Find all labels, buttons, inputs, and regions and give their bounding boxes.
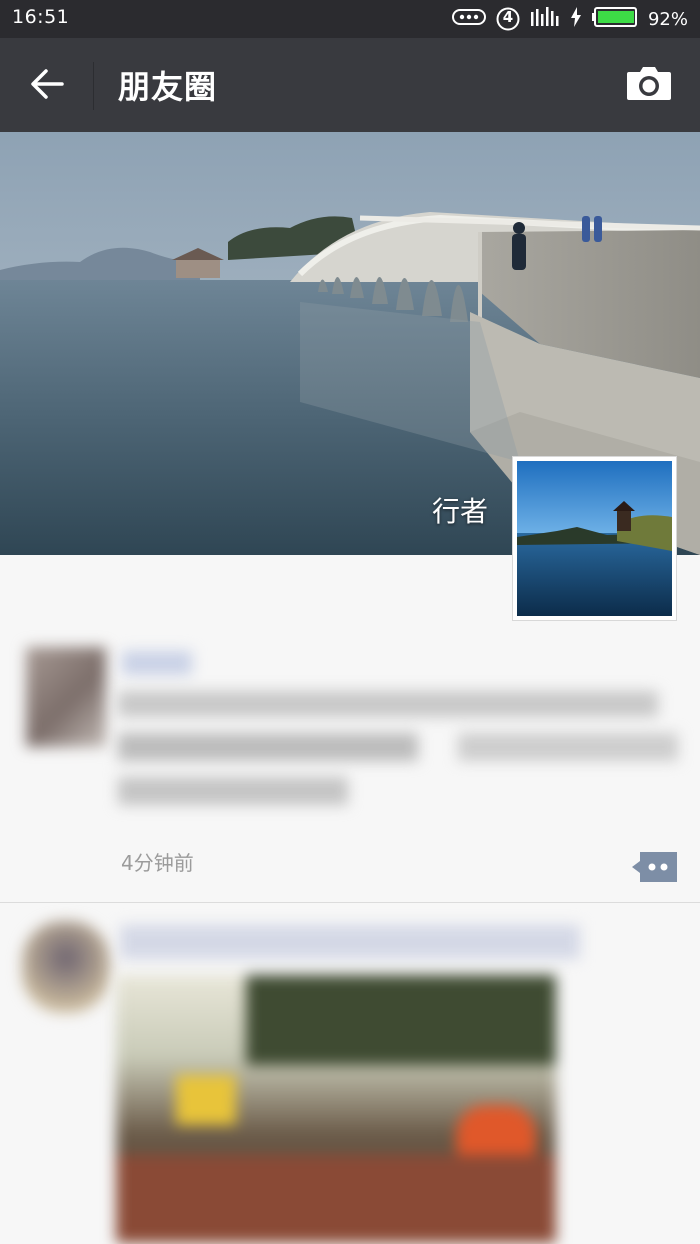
charging-icon <box>570 7 582 31</box>
notification-count: 4 <box>502 8 514 26</box>
feed-post <box>0 915 700 1244</box>
post-avatar[interactable] <box>22 921 110 1013</box>
status-icons: 4 92% <box>451 6 688 32</box>
post-author-name[interactable] <box>122 651 192 675</box>
page-title: 朋友圈 <box>118 68 218 106</box>
feed-post: 4分钟前 <box>0 645 700 903</box>
post-text-content <box>118 691 678 831</box>
profile-nickname[interactable]: 行者 <box>432 490 488 530</box>
status-time: 16:51 <box>12 6 70 28</box>
arrow-left-icon <box>29 68 65 104</box>
battery-icon <box>591 6 638 32</box>
notification-badge-icon: 4 <box>496 7 520 31</box>
signal-icon <box>530 6 560 32</box>
header-divider <box>93 62 94 110</box>
back-button[interactable] <box>22 64 72 108</box>
profile-avatar[interactable] <box>512 456 677 621</box>
comment-dots-icon <box>632 852 677 882</box>
post-image[interactable] <box>116 975 556 1243</box>
camera-icon <box>626 67 672 106</box>
app-header: 朋友圈 <box>0 38 700 132</box>
battery-percent: 92% <box>647 8 688 30</box>
status-bar: 16:51 4 92% <box>0 0 700 38</box>
post-time: 4分钟前 <box>121 851 194 875</box>
more-dots-icon <box>451 7 486 31</box>
post-author-name[interactable] <box>120 925 580 959</box>
camera-button[interactable] <box>626 64 674 108</box>
comment-button[interactable] <box>632 852 677 882</box>
post-avatar[interactable] <box>26 647 106 747</box>
